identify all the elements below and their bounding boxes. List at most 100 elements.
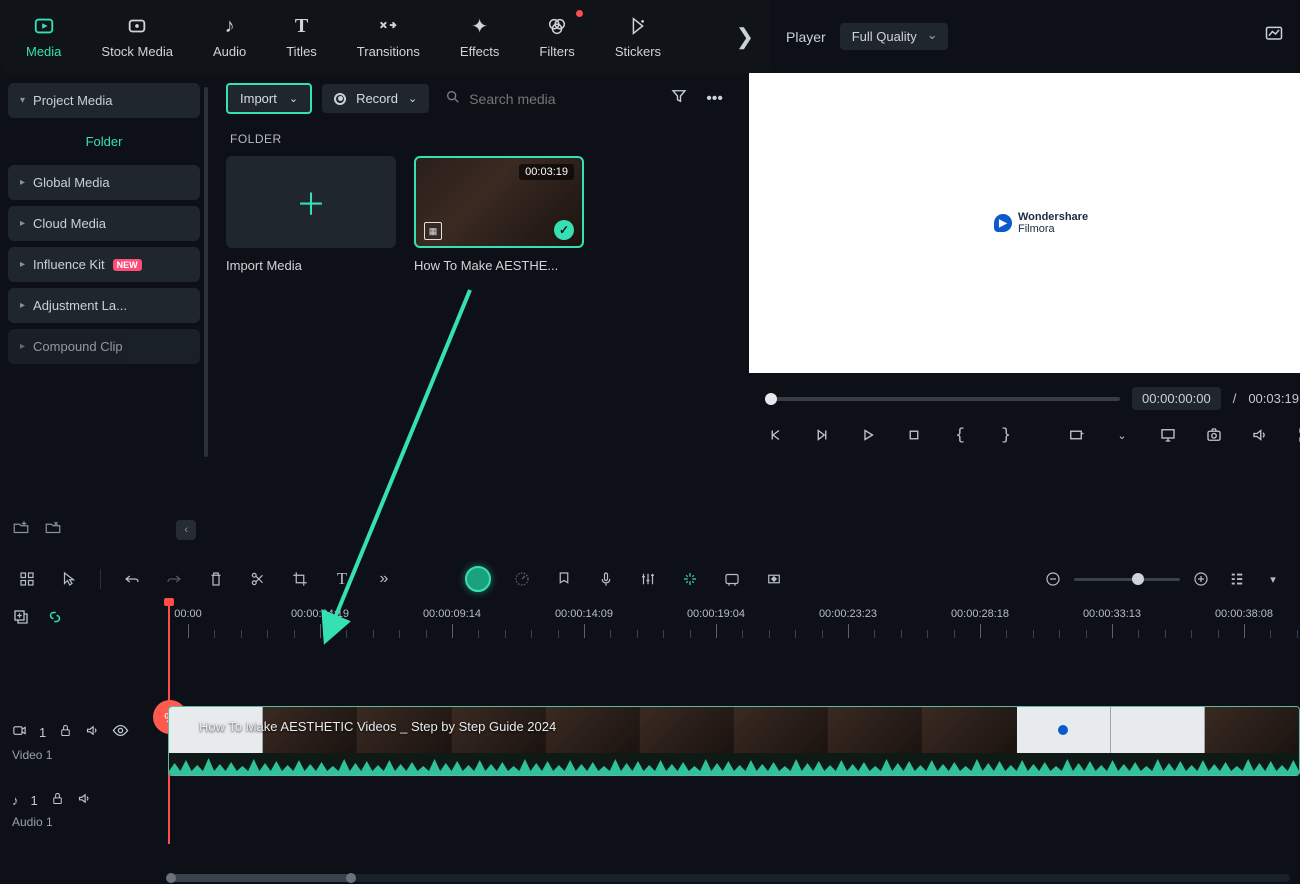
tabs-more-icon[interactable]: ❯: [736, 24, 764, 50]
timeline-clip[interactable]: ▸ How To Make AESTHETIC Videos _ Step by…: [168, 706, 1300, 776]
filter-icon[interactable]: [666, 83, 692, 114]
split-icon[interactable]: [247, 568, 269, 590]
snapshot-icon[interactable]: [1203, 424, 1225, 446]
sidebar-global-media[interactable]: ▸ Global Media: [8, 165, 200, 200]
clip-title: How To Make AESTHETIC Videos _ Step by S…: [199, 719, 556, 734]
more-options-icon[interactable]: •••: [702, 86, 727, 112]
timeline-hscrollbar[interactable]: [168, 874, 1290, 882]
redo-icon[interactable]: [163, 568, 185, 590]
mute-icon[interactable]: [85, 723, 100, 741]
keyframe-icon[interactable]: [763, 568, 785, 590]
marker-icon[interactable]: [553, 568, 575, 590]
list-view-icon[interactable]: [1226, 568, 1248, 590]
volume-icon[interactable]: [1249, 424, 1271, 446]
ruler-tick: 00:00:23:23: [819, 608, 877, 620]
audio-icon: ♪: [218, 14, 242, 38]
lock-icon[interactable]: [58, 723, 73, 741]
tab-stickers[interactable]: Stickers: [595, 0, 681, 73]
watermark-text: Filmora: [1018, 223, 1088, 235]
sidebar-item-label: Project Media: [33, 93, 112, 108]
tab-transitions[interactable]: Transitions: [337, 0, 440, 73]
mark-in-icon[interactable]: {: [949, 424, 971, 446]
lock-icon[interactable]: [50, 791, 65, 809]
zoom-slider[interactable]: [1074, 578, 1180, 581]
watermark: ▶ Wondershare Filmora: [994, 211, 1088, 235]
stop-icon[interactable]: [903, 424, 925, 446]
zoom-in-icon[interactable]: [1190, 568, 1212, 590]
tab-label: Audio: [213, 44, 246, 59]
player-chart-icon[interactable]: [1264, 24, 1284, 49]
mute-icon[interactable]: [77, 791, 92, 809]
media-clip-card[interactable]: 00:03:19 ▦ ✓ How To Make AESTHE...: [414, 156, 584, 273]
player-viewport[interactable]: ▶ Wondershare Filmora: [749, 73, 1300, 373]
sidebar-cloud-media[interactable]: ▸ Cloud Media: [8, 206, 200, 241]
render-icon[interactable]: [721, 568, 743, 590]
timeline-ruler[interactable]: 00:0000:00:04:1900:00:09:1400:00:14:0900…: [168, 600, 1300, 644]
chevron-down-icon: ▾: [20, 95, 25, 106]
tab-filters[interactable]: Filters: [519, 0, 594, 73]
mark-out-icon[interactable]: }: [995, 424, 1017, 446]
tab-media[interactable]: Media: [6, 0, 81, 73]
add-track-icon[interactable]: [12, 608, 30, 636]
delete-icon[interactable]: [205, 568, 227, 590]
sidebar-adjustment-layer[interactable]: ▸ Adjustment La...: [8, 288, 200, 323]
player-quality-select[interactable]: Full Quality: [840, 23, 948, 50]
scrubber-track[interactable]: [765, 397, 1120, 401]
record-button[interactable]: Record ⌄: [322, 84, 429, 113]
display-icon[interactable]: [1157, 424, 1179, 446]
thumb-label: How To Make AESTHE...: [414, 258, 584, 273]
pointer-icon[interactable]: [58, 568, 80, 590]
chevron-down-icon[interactable]: ⌄: [1111, 424, 1133, 446]
timecode-current[interactable]: 00:00:00:00: [1132, 387, 1221, 410]
notification-dot: [576, 10, 583, 17]
auto-crop-icon[interactable]: [679, 568, 701, 590]
text-icon[interactable]: T: [331, 568, 353, 590]
fullscreen-icon[interactable]: [1295, 424, 1300, 446]
tab-stock-media[interactable]: Stock Media: [81, 0, 193, 73]
tab-effects[interactable]: ✦ Effects: [440, 0, 520, 73]
chevron-right-icon: ▸: [20, 177, 25, 188]
crop-icon[interactable]: [289, 568, 311, 590]
play-next-icon[interactable]: [811, 424, 833, 446]
clip-duration: 00:03:19: [519, 164, 574, 180]
audio-mixer-icon[interactable]: [637, 568, 659, 590]
sidebar-folder[interactable]: Folder: [8, 124, 200, 159]
track-number: 1: [31, 793, 38, 808]
ai-tool-icon[interactable]: [465, 566, 491, 592]
link-toggle-icon[interactable]: [46, 608, 64, 636]
delete-folder-icon[interactable]: [44, 519, 62, 540]
prev-frame-icon[interactable]: [765, 424, 787, 446]
speed-icon[interactable]: [511, 568, 533, 590]
sidebar-scrollbar[interactable]: [204, 87, 208, 457]
sidebar-influence-kit[interactable]: ▸ Influence Kit NEW: [8, 247, 200, 282]
chevron-down-icon[interactable]: ▾: [1262, 568, 1284, 590]
search-icon: [445, 89, 461, 108]
undo-icon[interactable]: [121, 568, 143, 590]
play-icon[interactable]: [857, 424, 879, 446]
more-tools-icon[interactable]: »: [373, 568, 395, 590]
visibility-icon[interactable]: [112, 722, 129, 742]
sidebar-item-label: Folder: [86, 134, 123, 149]
new-folder-icon[interactable]: [12, 519, 30, 540]
zoom-knob[interactable]: [1132, 573, 1144, 585]
ratio-icon[interactable]: [1065, 424, 1087, 446]
effects-icon: ✦: [468, 14, 492, 38]
voiceover-icon[interactable]: [595, 568, 617, 590]
search-input[interactable]: [469, 91, 650, 107]
hscroll-thumb[interactable]: [168, 874, 354, 882]
sidebar-item-label: Cloud Media: [33, 216, 106, 231]
zoom-out-icon[interactable]: [1042, 568, 1064, 590]
sidebar-compound-clip[interactable]: ▸ Compound Clip: [8, 329, 200, 364]
import-label: Import: [240, 91, 277, 106]
search-box[interactable]: [439, 89, 656, 108]
sidebar-project-media[interactable]: ▾ Project Media: [8, 83, 200, 118]
titles-icon: T: [290, 14, 314, 38]
import-media-card[interactable]: ＋ Import Media: [226, 156, 396, 273]
sidebar-collapse-icon[interactable]: ‹: [176, 520, 196, 540]
tab-titles[interactable]: T Titles: [266, 0, 337, 73]
scrubber-knob[interactable]: [765, 393, 777, 405]
tab-audio[interactable]: ♪ Audio: [193, 0, 266, 73]
import-button[interactable]: Import ⌄: [226, 83, 312, 114]
layout-icon[interactable]: [16, 568, 38, 590]
chevron-right-icon: ▸: [20, 218, 25, 229]
